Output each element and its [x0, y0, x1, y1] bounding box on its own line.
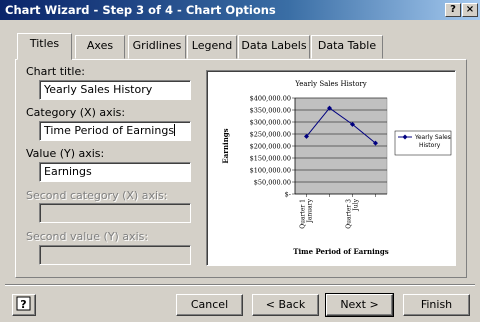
close-button[interactable]: × — [462, 3, 478, 17]
y-tick-label: $350,000.00 — [250, 107, 291, 115]
category-x-label: Category (X) axis: — [26, 106, 126, 119]
chart-title: Yearly Sales History — [294, 80, 367, 88]
tab-label: Data Labels — [241, 39, 307, 52]
y-tick-label: $150,000.00 — [250, 155, 291, 163]
tab-label: Data Table — [317, 39, 377, 52]
back-button[interactable]: < Back — [252, 294, 319, 316]
next-button[interactable]: Next > — [325, 293, 394, 317]
y-tick-label: $400,000.00 — [250, 95, 291, 103]
y-tick-label: $250,000.00 — [250, 131, 291, 139]
tab-gridlines[interactable]: Gridlines — [128, 35, 186, 59]
value-y-input[interactable]: Earnings — [39, 162, 191, 182]
help-icon: ? — [16, 296, 31, 311]
svg-text:?: ? — [20, 298, 26, 311]
x-axis-label: Time Period of Earnings — [293, 247, 388, 256]
tab-label: Legend — [191, 39, 233, 52]
tab-data-table[interactable]: Data Table — [311, 35, 383, 59]
y-tick-label: $- — [285, 191, 291, 199]
second-category-x-input — [39, 203, 191, 223]
button-separator — [5, 284, 475, 286]
tab-label: Titles — [29, 37, 60, 50]
help-button[interactable]: ? — [12, 294, 36, 316]
y-tick-label: $50,000.00 — [254, 179, 291, 187]
chart-title-input[interactable]: Yearly Sales History — [39, 80, 191, 100]
chart-title-label: Chart title: — [26, 65, 85, 78]
second-value-y-label: Second value (Y) axis: — [26, 230, 149, 243]
tab-data-labels[interactable]: Data Labels — [238, 35, 310, 59]
tab-axes[interactable]: Axes — [75, 35, 125, 59]
second-value-y-input — [39, 245, 191, 265]
line-chart: Yearly Sales History $- $50,000.00 $100,000… — [221, 80, 452, 256]
value-y-value: Earnings — [44, 165, 92, 178]
x-tick-label: Quarter 1January — [300, 198, 314, 228]
help-title-button[interactable]: ? — [445, 3, 461, 17]
y-axis-label: Earnings — [221, 128, 230, 163]
text-caret — [174, 124, 176, 136]
y-tick-label: $100,000.00 — [250, 167, 291, 175]
category-x-value: Time Period of Earnings — [44, 124, 175, 137]
chart-title-value: Yearly Sales History — [44, 83, 153, 96]
cancel-button[interactable]: Cancel — [176, 294, 243, 316]
legend-label: Yearly Sales — [414, 134, 451, 141]
value-y-label: Value (Y) axis: — [26, 147, 105, 160]
category-x-input[interactable]: Time Period of Earnings — [39, 121, 191, 141]
window-title: Chart Wizard - Step 3 of 4 - Chart Optio… — [5, 3, 276, 17]
x-tick-label: Quarter 3July — [346, 198, 360, 228]
tab-titles[interactable]: Titles — [17, 33, 72, 60]
finish-button[interactable]: Finish — [403, 294, 470, 316]
tab-label: Gridlines — [132, 39, 182, 52]
second-category-x-label: Second category (X) axis: — [26, 189, 168, 202]
tab-legend[interactable]: Legend — [187, 35, 237, 59]
y-tick-label: $300,000.00 — [250, 119, 291, 127]
y-tick-label: $200,000.00 — [250, 143, 291, 151]
title-bar: Chart Wizard - Step 3 of 4 - Chart Optio… — [0, 0, 480, 20]
chart-preview: Yearly Sales History $- $50,000.00 $100,000… — [206, 70, 456, 266]
tab-label: Axes — [86, 39, 114, 52]
legend-label-2: History — [419, 142, 441, 149]
